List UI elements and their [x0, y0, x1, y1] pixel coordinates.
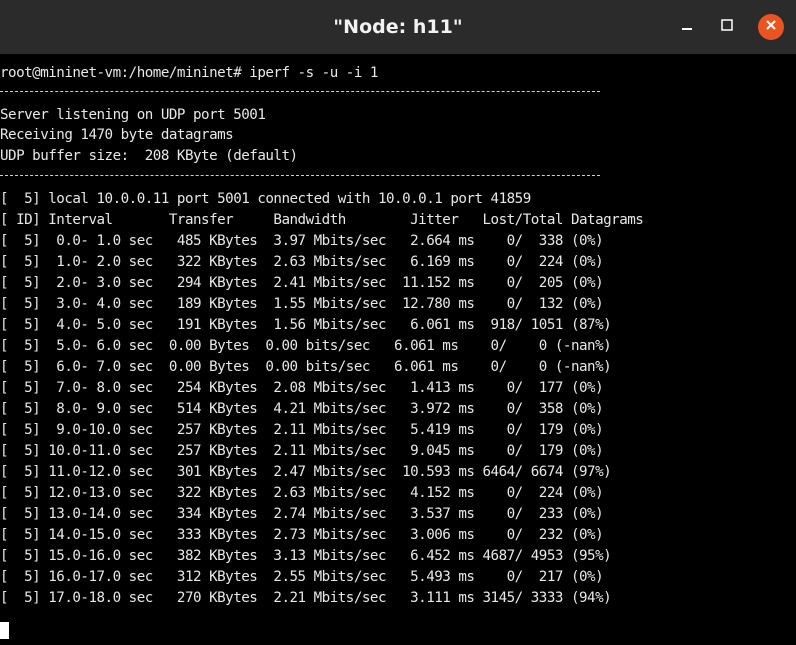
table-row: [ 5] 1.0- 2.0 sec 322 KBytes 2.63 Mbits/…: [0, 254, 604, 270]
prompt-line: root@mininet-vm:/home/mininet# iperf -s …: [0, 65, 378, 81]
maximize-button[interactable]: [712, 12, 742, 42]
table-row: [ 5] 10.0-11.0 sec 257 KBytes 2.11 Mbits…: [0, 443, 604, 459]
buffer-size-line: UDP buffer size: 208 KByte (default): [0, 148, 298, 164]
table-row: [ 5] 9.0-10.0 sec 257 KBytes 2.11 Mbits/…: [0, 422, 604, 438]
table-row: [ 5] 13.0-14.0 sec 334 KBytes 2.74 Mbits…: [0, 506, 604, 522]
minimize-icon: [680, 18, 694, 37]
table-row: [ 5] 17.0-18.0 sec 270 KBytes 2.21 Mbits…: [0, 590, 612, 606]
table-row: [ 5] 15.0-16.0 sec 382 KBytes 3.13 Mbits…: [0, 548, 612, 564]
table-row: [ 5] 14.0-15.0 sec 333 KBytes 2.73 Mbits…: [0, 527, 604, 543]
close-icon: [765, 18, 777, 36]
table-row: [ 5] 5.0- 6.0 sec 0.00 Bytes 0.00 bits/s…: [0, 338, 612, 354]
text-cursor: [0, 622, 9, 639]
close-button[interactable]: [756, 12, 786, 42]
terminal-output[interactable]: root@mininet-vm:/home/mininet# iperf -s …: [0, 60, 796, 645]
maximize-icon: [720, 18, 734, 37]
table-row: [ 5] 6.0- 7.0 sec 0.00 Bytes 0.00 bits/s…: [0, 359, 612, 375]
table-row: [ 5] 12.0-13.0 sec 322 KBytes 2.63 Mbits…: [0, 485, 604, 501]
column-header: [ ID] Interval Transfer Bandwidth Jitter…: [0, 212, 644, 228]
table-row: [ 5] 11.0-12.0 sec 301 KBytes 2.47 Mbits…: [0, 464, 612, 480]
table-row: [ 5] 16.0-17.0 sec 312 KBytes 2.55 Mbits…: [0, 569, 604, 585]
title-bar[interactable]: "Node: h11": [0, 0, 796, 54]
table-row: [ 5] 3.0- 4.0 sec 189 KBytes 1.55 Mbits/…: [0, 296, 604, 312]
separator-line: [0, 175, 600, 176]
table-row: [ 5] 8.0- 9.0 sec 514 KBytes 4.21 Mbits/…: [0, 401, 604, 417]
table-row: [ 5] 0.0- 1.0 sec 485 KBytes 3.97 Mbits/…: [0, 233, 604, 249]
close-button-bg: [758, 14, 784, 40]
minimize-button[interactable]: [672, 12, 702, 42]
table-row: [ 5] 4.0- 5.0 sec 191 KBytes 1.56 Mbits/…: [0, 317, 612, 333]
terminal-window: "Node: h11" root@mininet-vm:/home/minine…: [0, 0, 796, 645]
connection-line: [ 5] local 10.0.0.11 port 5001 connected…: [0, 191, 531, 207]
table-row: [ 5] 2.0- 3.0 sec 294 KBytes 2.41 Mbits/…: [0, 275, 604, 291]
server-listening-line: Server listening on UDP port 5001: [0, 107, 266, 123]
separator-line: [0, 91, 600, 92]
datagram-size-line: Receiving 1470 byte datagrams: [0, 127, 234, 143]
table-row: [ 5] 7.0- 8.0 sec 254 KBytes 2.08 Mbits/…: [0, 380, 604, 396]
